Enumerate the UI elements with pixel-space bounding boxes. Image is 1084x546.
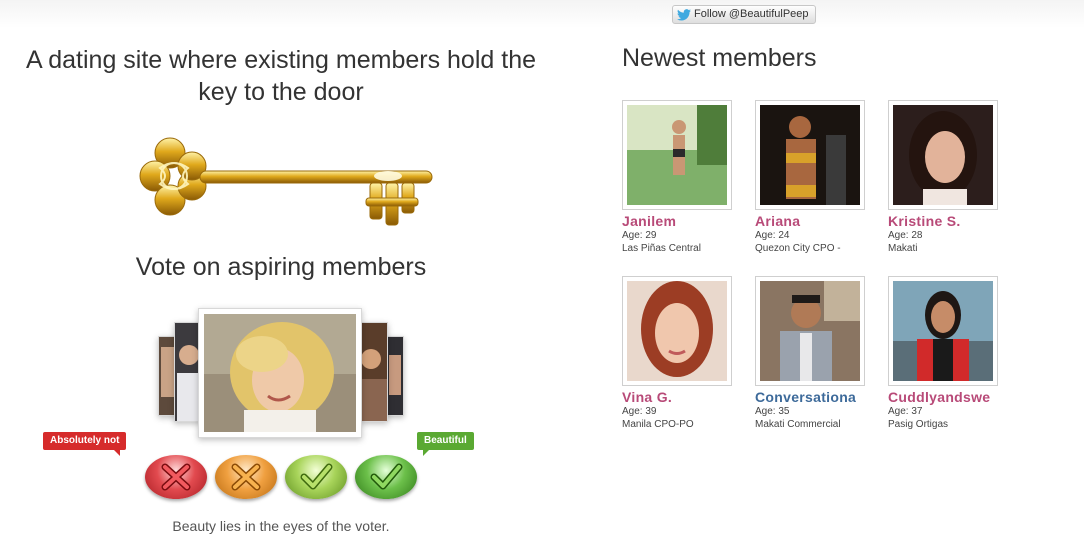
member-name[interactable]: Conversationa: [755, 389, 859, 405]
tag-absolutely-not: Absolutely not: [43, 432, 127, 456]
x-icon: [231, 463, 261, 491]
member-card[interactable]: Vina G. Age: 39 Manila CPO-PO: [622, 276, 737, 431]
member-name[interactable]: Janilem: [622, 213, 726, 229]
photo-card-back-right-1: [360, 322, 388, 422]
tag-beautiful: Beautiful: [417, 432, 474, 456]
member-card[interactable]: Ariana Age: 24 Quezon City CPO -: [755, 100, 870, 255]
member-age: Age: 39: [622, 406, 657, 417]
vote-yes-button[interactable]: [285, 455, 347, 499]
vote-caption: Beauty lies in the eyes of the voter.: [172, 518, 390, 534]
member-photo[interactable]: [888, 100, 998, 210]
member-name[interactable]: Ariana: [755, 213, 859, 229]
member-location: Pasig Ortigas: [888, 419, 949, 430]
member-name[interactable]: Vina G.: [622, 389, 726, 405]
vote-section-title: Vote on aspiring members: [135, 253, 427, 281]
newest-members-title: Newest members: [622, 44, 817, 72]
photo-card-back-right-2: [386, 336, 404, 416]
vote-no-button[interactable]: [215, 455, 277, 499]
member-age: Age: 29: [622, 230, 657, 241]
member-location: Makati: [888, 243, 918, 254]
x-icon: [161, 463, 191, 491]
member-age: Age: 37: [888, 406, 923, 417]
member-location: Quezon City CPO -: [755, 243, 841, 254]
member-card[interactable]: Janilem Age: 29 Las Piñas Central: [622, 100, 737, 255]
member-name[interactable]: Cuddlyandswe: [888, 389, 992, 405]
member-age: Age: 28: [888, 230, 923, 241]
golden-key-icon: [139, 137, 433, 226]
member-name[interactable]: Kristine S.: [888, 213, 992, 229]
member-location: Makati Commercial: [755, 419, 841, 430]
member-card[interactable]: Conversationa Age: 35 Makati Commercial: [755, 276, 870, 431]
twitter-follow-label: Follow @BeautifulPeep: [694, 8, 809, 20]
member-photo[interactable]: [622, 276, 732, 386]
member-card[interactable]: Kristine S. Age: 28 Makati: [888, 100, 1003, 255]
page-headline: A dating site where existing members hol…: [26, 46, 536, 106]
vote-absolutely-not-button[interactable]: [145, 455, 207, 499]
member-age: Age: 35: [755, 406, 790, 417]
twitter-bird-icon: [677, 8, 691, 21]
member-age: Age: 24: [755, 230, 790, 241]
top-bar: [0, 0, 1084, 28]
member-location: Manila CPO-PO: [622, 419, 694, 430]
member-card[interactable]: Cuddlyandswe Age: 37 Pasig Ortigas: [888, 276, 1003, 431]
member-photo[interactable]: [888, 276, 998, 386]
member-photo[interactable]: [755, 276, 865, 386]
member-location: Las Piñas Central: [622, 243, 701, 254]
check-icon: [370, 463, 403, 490]
check-icon: [300, 463, 333, 490]
aspiring-member-photo[interactable]: [198, 308, 362, 438]
twitter-follow-button[interactable]: Follow @BeautifulPeep: [672, 5, 816, 24]
vote-beautiful-button[interactable]: [355, 455, 417, 499]
member-photo[interactable]: [622, 100, 732, 210]
member-photo[interactable]: [755, 100, 865, 210]
